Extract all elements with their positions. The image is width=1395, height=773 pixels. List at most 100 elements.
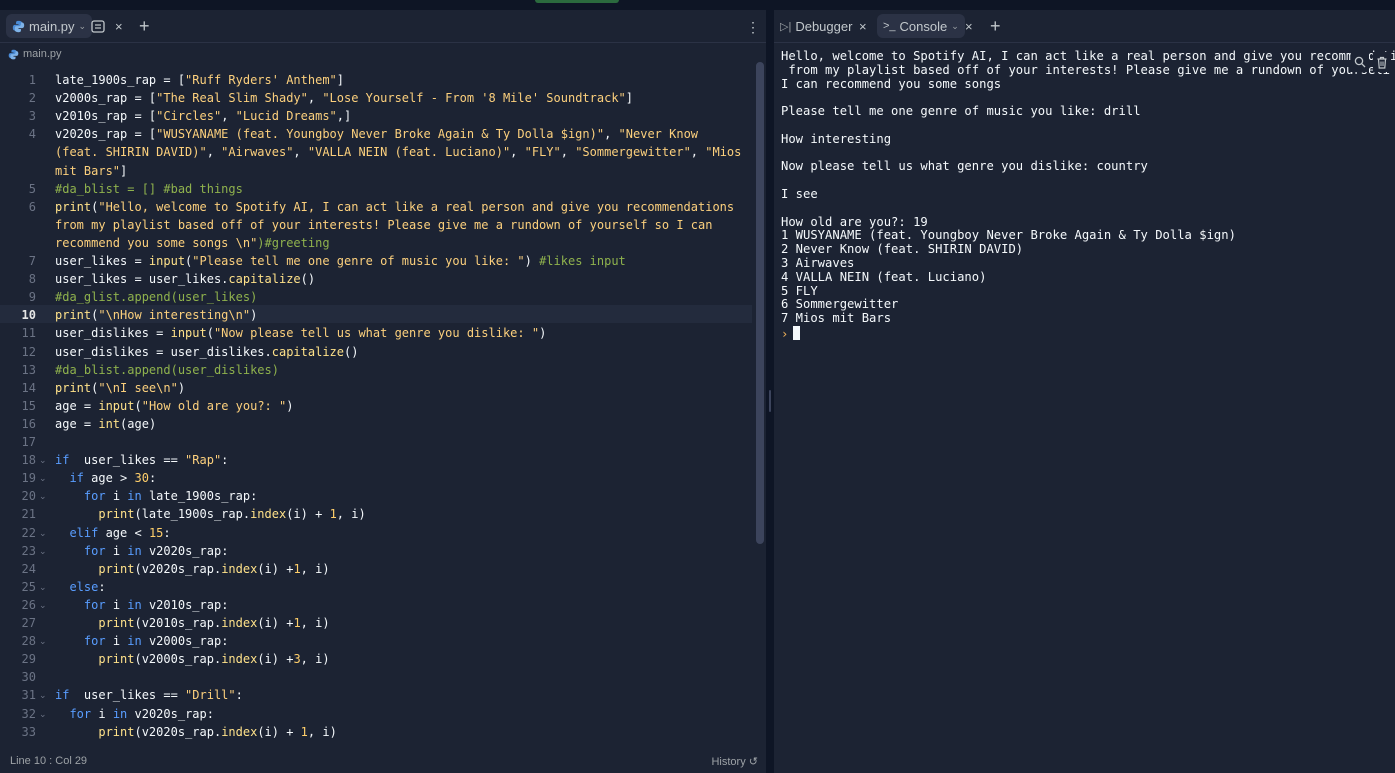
- console-line: Now please tell us what genre you dislik…: [781, 159, 1148, 174]
- line-number: 10: [21, 308, 36, 323]
- code-line: print("\nI see\n"): [55, 380, 186, 395]
- fold-chevron-icon[interactable]: ⌄: [39, 600, 47, 611]
- line-number: 31: [21, 688, 36, 703]
- fold-chevron-icon[interactable]: ⌄: [39, 491, 47, 502]
- code-line: user_likes = input("Please tell me one g…: [55, 254, 626, 268]
- console-line: How old are you?: 19: [781, 214, 928, 229]
- line-number: 33: [21, 724, 36, 739]
- code-line: if user_likes == "Rap":: [55, 453, 229, 468]
- line-number: 11: [21, 326, 36, 341]
- code-line: age = input("How old are you?: "): [55, 398, 294, 413]
- line-number: 26: [21, 597, 36, 612]
- code-line: print("Hello, welcome to Spotify AI, I c…: [55, 199, 735, 214]
- console-pane: ▷| Debugger × >_ Console ⌄ × + Hello, we…: [774, 10, 1395, 773]
- console-line: How interesting: [781, 131, 892, 146]
- console-line: I see: [781, 186, 818, 201]
- console-line: I can recommend you some songs: [781, 76, 1002, 91]
- console-input-line[interactable]: ›: [781, 325, 1355, 342]
- fold-chevron-icon[interactable]: ⌄: [39, 528, 47, 539]
- search-icon[interactable]: [1351, 52, 1369, 72]
- line-number: 15: [21, 398, 36, 413]
- code-line: print(v2020s_rap.index(i) +1, i): [98, 561, 330, 576]
- line-number: 5: [28, 181, 36, 196]
- code-line: #da_blist = [] #bad things: [55, 181, 243, 196]
- line-number: 17: [21, 435, 36, 449]
- fold-chevron-icon[interactable]: ⌄: [39, 636, 47, 647]
- add-tab-icon[interactable]: +: [990, 16, 1001, 36]
- code-line: v2000s_rap = ["The Real Slim Shady", "Lo…: [55, 91, 633, 106]
- fold-chevron-icon[interactable]: ⌄: [39, 709, 47, 720]
- code-line: v2020s_rap = ["WUSYANAME (feat. Youngboy…: [55, 127, 699, 142]
- chevron-down-icon[interactable]: ⌄: [951, 21, 959, 32]
- history-icon: ↺: [748, 756, 758, 768]
- line-number: 7: [28, 254, 36, 268]
- split-view-icon[interactable]: [91, 20, 105, 33]
- line-number: 24: [21, 561, 36, 576]
- console-line: from my playlist based off of your inter…: [781, 62, 1395, 77]
- cursor-position[interactable]: Line 10 : Col 29: [10, 755, 87, 767]
- run-indicator: [535, 0, 619, 3]
- line-number: 16: [21, 416, 36, 431]
- close-icon[interactable]: ×: [965, 19, 973, 34]
- add-tab-icon[interactable]: +: [139, 16, 150, 36]
- line-number: 8: [28, 272, 36, 287]
- fold-chevron-icon[interactable]: ⌄: [39, 546, 47, 557]
- close-icon[interactable]: ×: [115, 19, 123, 34]
- tab-console[interactable]: >_ Console ⌄: [877, 14, 965, 38]
- tab-main-py[interactable]: main.py ⌄: [6, 14, 93, 38]
- debugger-icon: ▷|: [780, 20, 792, 33]
- line-number: 13: [21, 362, 36, 377]
- right-tabbar: ▷| Debugger × >_ Console ⌄ × +: [774, 10, 1395, 43]
- code-line: print(v2020s_rap.index(i) + 1, i): [98, 724, 337, 739]
- console-toolbar: [1351, 52, 1391, 72]
- fold-chevron-icon[interactable]: ⌄: [39, 690, 47, 701]
- fold-chevron-icon[interactable]: ⌄: [39, 582, 47, 593]
- text-cursor: [793, 325, 801, 340]
- editor-tabbar: main.py ⌄ × + ⋮: [0, 10, 766, 43]
- tab-console-label: Console: [899, 18, 948, 34]
- console-output[interactable]: Hello, welcome to Spotify AI, I can act …: [781, 49, 1395, 342]
- line-number: 27: [21, 616, 36, 630]
- code-line: for i in late_1900s_rap:: [83, 489, 258, 504]
- chevron-down-icon[interactable]: ⌄: [79, 21, 87, 32]
- line-number: 23: [21, 543, 36, 558]
- code-line: (feat. SHIRIN DAVID)", "Airwaves", "VALL…: [55, 145, 742, 160]
- code-line: from my playlist based off of your inter…: [55, 217, 713, 232]
- tab-debugger[interactable]: ▷| Debugger: [780, 14, 852, 38]
- line-number: 1: [28, 73, 36, 87]
- code-line: late_1900s_rap = ["Ruff Ryders' Anthem"]: [55, 73, 344, 87]
- python-icon: [8, 49, 19, 60]
- editor-scrollbar[interactable]: [756, 62, 764, 544]
- console-line: 4 VALLA NEIN (feat. Luciano): [781, 269, 987, 284]
- editor-status-bar: Line 10 : Col 29 History ↺: [0, 755, 766, 773]
- clear-console-icon[interactable]: [1373, 52, 1391, 72]
- code-line: user_likes = user_likes.capitalize(): [55, 272, 316, 287]
- pane-resize-handle[interactable]: [766, 10, 774, 773]
- code-line: else:: [69, 579, 106, 594]
- terminal-icon: >_: [883, 20, 896, 32]
- console-line: Hello, welcome to Spotify AI, I can act …: [781, 49, 1395, 63]
- code-line: print(v2010s_rap.index(i) +1, i): [98, 616, 330, 630]
- history-button[interactable]: History ↺: [711, 755, 758, 768]
- fold-chevron-icon[interactable]: ⌄: [39, 455, 47, 466]
- breadcrumb[interactable]: main.py: [8, 46, 62, 62]
- line-number: 19: [21, 471, 36, 486]
- console-line: 2 Never Know (feat. SHIRIN DAVID): [781, 242, 1024, 257]
- line-number: 29: [21, 652, 36, 667]
- python-icon: [12, 20, 25, 33]
- code-line: print(v2000s_rap.index(i) +3, i): [98, 652, 330, 667]
- line-number: 32: [21, 706, 36, 721]
- code-line: recommend you some songs \n")#greeting: [55, 235, 330, 250]
- fold-chevron-icon[interactable]: ⌄: [39, 473, 47, 484]
- code-line: if user_likes == "Drill":: [55, 688, 243, 703]
- code-line: if age > 30:: [69, 471, 157, 486]
- resize-grip: [769, 390, 771, 412]
- line-number: 22: [21, 525, 36, 540]
- console-line: 5 FLY: [781, 283, 818, 298]
- more-options-icon[interactable]: ⋮: [746, 19, 760, 35]
- code-line: for i in v2010s_rap:: [83, 597, 229, 612]
- close-icon[interactable]: ×: [859, 19, 867, 34]
- code-line: for i in v2020s_rap:: [83, 543, 229, 558]
